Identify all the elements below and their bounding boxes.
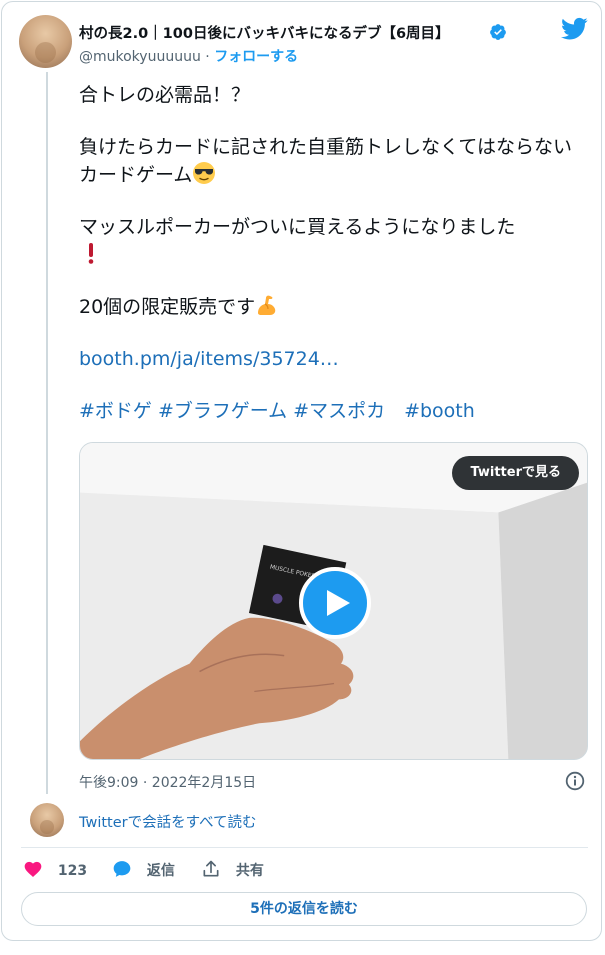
tweet-text: 合トレの必需品！？ 負けたらカードに記された自重筋トレしなくてはならないカードゲ… bbox=[79, 81, 591, 449]
reply-bubble-icon bbox=[113, 861, 131, 877]
tweet-hashtags: #ボドゲ #ブラフゲーム #マスポカ #booth bbox=[79, 397, 591, 425]
info-icon[interactable] bbox=[565, 771, 585, 791]
play-icon bbox=[327, 590, 350, 616]
reply-avatar[interactable] bbox=[30, 803, 64, 837]
tweet-line-3-text: マッスルポーカーがついに買えるようになりました bbox=[79, 216, 516, 238]
tweet-link: booth.pm/ja/items/35724… bbox=[79, 345, 591, 373]
share-label: 共有 bbox=[235, 863, 264, 879]
follow-button[interactable]: フォローする bbox=[214, 49, 298, 65]
handle-separator: · bbox=[200, 49, 215, 65]
tweet-timestamp[interactable]: 午後9:09 · 2022年2月15日 bbox=[79, 772, 256, 792]
read-conversation-link[interactable]: Twitterで会話をすべて読む bbox=[79, 811, 257, 832]
tweet-line-2: 負けたらカードに記された自重筋トレしなくてはならないカードゲーム bbox=[79, 133, 591, 189]
reply-action[interactable]: 返信 bbox=[112, 859, 175, 883]
author-avatar[interactable] bbox=[19, 15, 72, 68]
divider bbox=[21, 847, 588, 848]
tweet-line-2-text: 負けたらカードに記された自重筋トレしなくてはならないカードゲーム bbox=[79, 136, 573, 186]
read-replies-button[interactable]: 5件の返信を読む bbox=[21, 892, 587, 926]
tweet-line-4-text: 20個の限定販売です bbox=[79, 296, 256, 318]
twitter-logo-icon[interactable] bbox=[561, 17, 588, 41]
heart-icon bbox=[24, 861, 42, 877]
tweet-line-4: 20個の限定販売です bbox=[79, 293, 591, 321]
hashtags[interactable]: #ボドゲ #ブラフゲーム #マスポカ #booth bbox=[79, 400, 475, 422]
like-count: 123 bbox=[57, 863, 88, 879]
booth-link[interactable]: booth.pm/ja/items/35724… bbox=[79, 348, 339, 370]
verified-badge-icon bbox=[490, 24, 506, 40]
like-action[interactable]: 123 bbox=[23, 859, 87, 883]
thread-line bbox=[46, 72, 48, 794]
video-thumbnail[interactable]: MUSCLE POKER Twitterで見る bbox=[79, 442, 588, 760]
flexed-biceps-emoji-icon bbox=[258, 295, 276, 315]
play-button[interactable] bbox=[299, 567, 371, 639]
reply-label: 返信 bbox=[146, 863, 175, 879]
watch-on-twitter-button[interactable]: Twitterで見る bbox=[452, 456, 579, 490]
author-name[interactable]: 村の長2.0｜100日後にバッキバキになるデブ【6周目】 bbox=[79, 22, 450, 43]
tweet-line-1: 合トレの必需品！？ bbox=[79, 84, 251, 106]
author-handle-row: @mukokyuuuuuu · フォローする bbox=[79, 46, 298, 66]
share-action[interactable]: 共有 bbox=[201, 859, 264, 883]
author-handle[interactable]: @mukokyuuuuuu bbox=[79, 49, 201, 65]
tweet-line-3: マッスルポーカーがついに買えるようになりました bbox=[79, 213, 591, 269]
exclamation-emoji-icon bbox=[88, 243, 94, 264]
sunglasses-emoji-icon bbox=[193, 162, 216, 184]
share-icon bbox=[203, 860, 219, 877]
tweet-card: 村の長2.0｜100日後にバッキバキになるデブ【6周目】 @mukokyuuuu… bbox=[1, 1, 602, 941]
